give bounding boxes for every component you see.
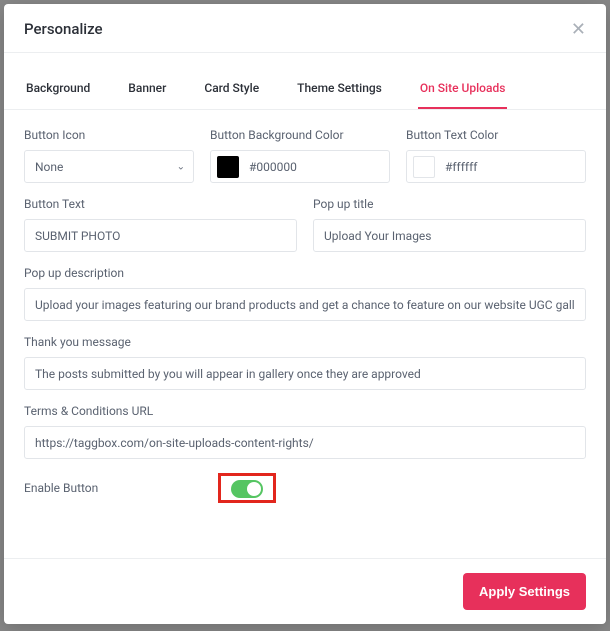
toggle-knob	[247, 482, 261, 496]
thank-you-label: Thank you message	[24, 335, 586, 349]
popup-title-input[interactable]	[313, 219, 586, 252]
close-icon: ✕	[571, 19, 586, 39]
popup-description-label: Pop up description	[24, 266, 586, 280]
bg-color-value: #000000	[249, 160, 297, 174]
tab-banner[interactable]: Banner	[126, 71, 168, 109]
button-text-label: Button Text	[24, 197, 297, 211]
personalize-modal: Personalize ✕ Background Banner Card Sty…	[4, 4, 606, 624]
button-bg-color-label: Button Background Color	[210, 128, 390, 142]
tab-card-style[interactable]: Card Style	[202, 71, 261, 109]
close-button[interactable]: ✕	[571, 20, 586, 38]
form-body: Button Icon ⌄ Button Background Color #0…	[4, 110, 606, 558]
button-text-color-label: Button Text Color	[406, 128, 586, 142]
popup-description-input[interactable]	[24, 288, 586, 321]
tab-theme-settings[interactable]: Theme Settings	[295, 71, 384, 109]
button-icon-label: Button Icon	[24, 128, 194, 142]
tab-background[interactable]: Background	[24, 71, 92, 109]
button-text-color-input[interactable]: #ffffff	[406, 150, 586, 183]
enable-button-highlight	[218, 473, 276, 503]
button-text-input[interactable]	[24, 219, 297, 252]
tabs: Background Banner Card Style Theme Setti…	[4, 71, 606, 110]
tab-on-site-uploads[interactable]: On Site Uploads	[418, 71, 508, 109]
bg-color-swatch	[217, 156, 239, 178]
enable-button-label: Enable Button	[24, 481, 98, 495]
apply-settings-button[interactable]: Apply Settings	[463, 573, 586, 610]
terms-url-input[interactable]	[24, 426, 586, 459]
button-icon-select[interactable]	[24, 150, 194, 183]
thank-you-input[interactable]	[24, 357, 586, 390]
terms-url-label: Terms & Conditions URL	[24, 404, 586, 418]
button-bg-color-input[interactable]: #000000	[210, 150, 390, 183]
text-color-swatch	[413, 156, 435, 178]
popup-title-label: Pop up title	[313, 197, 586, 211]
modal-title: Personalize	[24, 20, 103, 38]
text-color-value: #ffffff	[445, 160, 477, 174]
enable-button-toggle[interactable]	[231, 480, 263, 498]
modal-header: Personalize ✕	[4, 4, 606, 53]
modal-footer: Apply Settings	[4, 558, 606, 624]
